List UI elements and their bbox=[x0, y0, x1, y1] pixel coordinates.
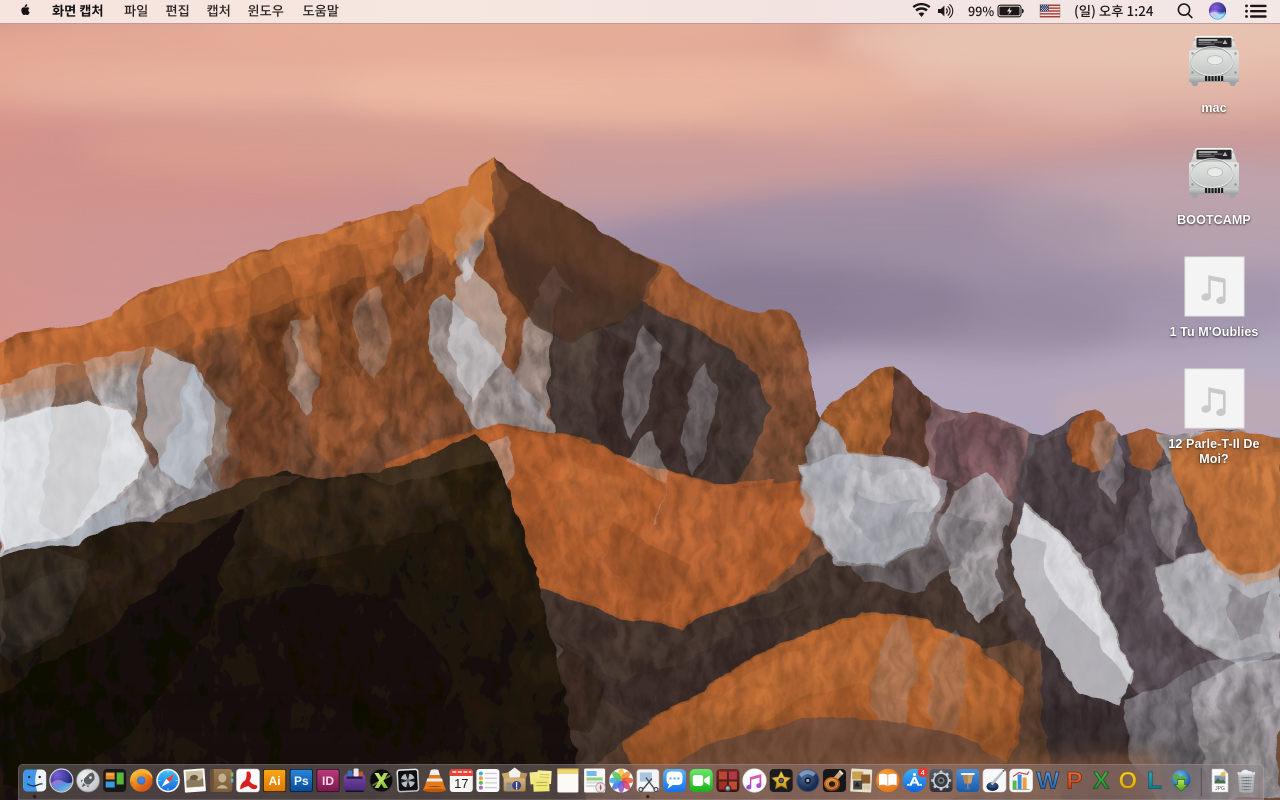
svg-text:W: W bbox=[1036, 768, 1059, 795]
svg-text:17: 17 bbox=[454, 776, 468, 791]
svg-text:L: L bbox=[1147, 768, 1162, 795]
svg-text:X: X bbox=[1093, 768, 1109, 795]
svg-text:P: P bbox=[1066, 768, 1082, 795]
svg-text:Ps: Ps bbox=[294, 774, 309, 788]
svg-text:JPG: JPG bbox=[1215, 786, 1225, 792]
svg-text:4: 4 bbox=[921, 768, 925, 777]
svg-text:ID: ID bbox=[322, 774, 334, 788]
svg-text:O: O bbox=[1118, 768, 1137, 795]
svg-text:Ai: Ai bbox=[269, 774, 281, 788]
